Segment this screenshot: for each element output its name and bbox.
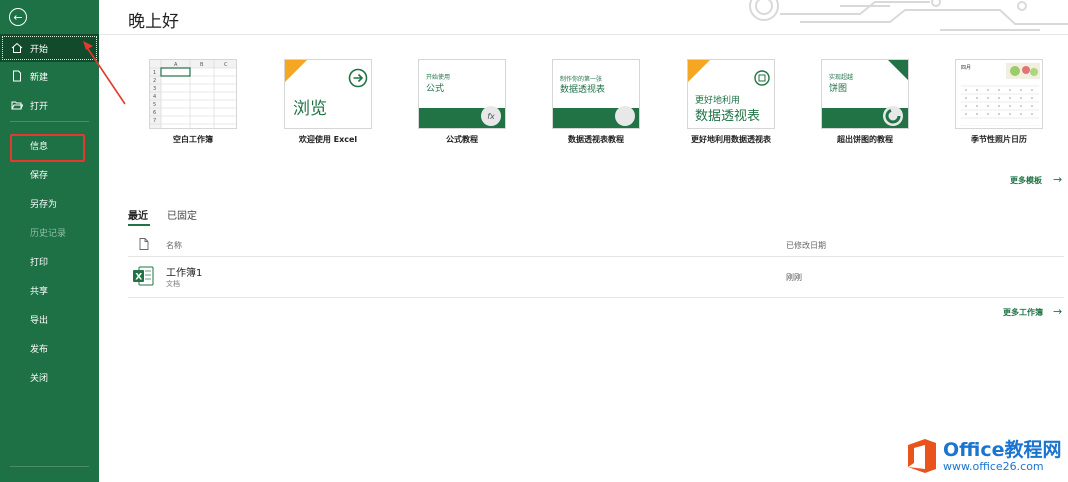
excel-file-icon: X xyxy=(133,266,154,286)
template-label: 超出饼图的教程 xyxy=(837,135,893,144)
calendar-grid-icon xyxy=(961,85,1039,126)
nav-item-share[interactable]: 共享 xyxy=(0,276,99,304)
annotation-arrow xyxy=(83,41,126,105)
template-thumb-big: 数据透视表 xyxy=(695,109,761,124)
template-blank-workbook[interactable]: A B C 1 2 3 4 5 6 7 xyxy=(149,59,237,129)
header-divider xyxy=(99,34,1068,35)
site-watermark: Office教程网 www.office26.com xyxy=(905,435,1068,479)
watermark-url: www.office26.com xyxy=(943,460,1044,473)
new-ribbon-icon xyxy=(688,60,710,82)
template-thumb-small: 四月 xyxy=(961,65,972,71)
svg-text:C: C xyxy=(224,62,228,68)
arrow-right-icon[interactable]: → xyxy=(1053,305,1062,318)
nav-item-close[interactable]: 关闭 xyxy=(0,363,99,391)
template-label: 欢迎使用 Excel xyxy=(298,135,358,144)
nav-item-label: 开始 xyxy=(30,44,49,55)
home-icon xyxy=(11,42,23,53)
svg-text:2: 2 xyxy=(153,78,156,84)
svg-text:X: X xyxy=(135,273,142,283)
nav-item-label: 打开 xyxy=(30,101,49,112)
column-header-name[interactable]: 名称 xyxy=(166,240,182,251)
svg-text:A: A xyxy=(174,62,178,68)
file-modified-date: 刚刚 xyxy=(786,273,802,282)
nav-item-publish[interactable]: 发布 xyxy=(0,334,99,362)
svg-text:7: 7 xyxy=(153,118,156,124)
food-photo-icon xyxy=(1006,63,1040,79)
svg-text:3: 3 xyxy=(153,86,156,92)
template-thumb-big: 公式 xyxy=(426,84,445,94)
corner-ribbon-icon xyxy=(888,60,908,80)
svg-text:1: 1 xyxy=(153,70,156,76)
nav-divider xyxy=(10,121,89,122)
nav-item-export[interactable]: 导出 xyxy=(0,305,99,333)
pivot-circle-icon xyxy=(754,70,770,86)
template-beyond-pie[interactable]: 实现超越 饼图 xyxy=(821,59,909,129)
svg-text:5: 5 xyxy=(153,102,156,108)
new-ribbon-icon xyxy=(285,60,307,82)
nav-item-label: 另存为 xyxy=(30,199,58,210)
fx-icon: fx xyxy=(481,106,501,126)
template-thumb-small: 实现超越 xyxy=(829,74,854,81)
template-label: 公式教程 xyxy=(446,135,478,144)
arrow-right-icon[interactable]: → xyxy=(1053,173,1062,186)
info-highlight-box xyxy=(10,134,85,162)
list-divider xyxy=(128,297,1064,298)
nav-item-label: 保存 xyxy=(30,170,49,181)
watermark-title: Office教程网 xyxy=(943,439,1062,461)
svg-text:4: 4 xyxy=(153,94,156,100)
arrow-circle-icon xyxy=(348,68,368,88)
template-photo-calendar[interactable]: 四月 xyxy=(955,59,1043,129)
back-arrow-icon[interactable]: ← xyxy=(9,8,27,26)
template-pivot-tutorial[interactable]: 制作你的第一张 数据透视表 xyxy=(552,59,640,129)
more-templates-link[interactable]: 更多模板 xyxy=(1010,175,1042,186)
tab-recent[interactable]: 最近 xyxy=(128,207,148,222)
template-label: 更好地利用数据透视表 xyxy=(691,135,771,144)
pivot-table-icon xyxy=(615,106,635,126)
office-logo-icon xyxy=(908,439,936,473)
file-name[interactable]: 工作簿1 xyxy=(166,264,202,279)
circuit-decoration xyxy=(749,0,1068,31)
greeting-title: 晚上好 xyxy=(128,12,179,32)
more-workbooks-link[interactable]: 更多工作簿 xyxy=(1003,307,1043,318)
nav-item-label: 打印 xyxy=(30,257,49,268)
spreadsheet-grid-icon: A B C 1 2 3 4 5 6 7 xyxy=(150,60,236,128)
template-thumb-small: 开始使用 xyxy=(426,74,451,81)
nav-item-label: 历史记录 xyxy=(30,228,67,239)
nav-item-label: 新建 xyxy=(30,72,49,83)
open-folder-icon xyxy=(11,101,23,110)
new-document-icon xyxy=(13,70,21,82)
svg-text:6: 6 xyxy=(153,110,156,116)
template-thumb-big: 数据透视表 xyxy=(560,85,606,95)
nav-item-label: 关闭 xyxy=(30,373,49,384)
template-welcome[interactable]: 浏览 xyxy=(284,59,372,129)
template-thumb-text: 浏览 xyxy=(293,99,327,119)
nav-item-label: 共享 xyxy=(30,286,49,297)
svg-text:B: B xyxy=(200,62,204,68)
nav-item-history: 历史记录 xyxy=(0,218,99,246)
file-type: 文档 xyxy=(166,280,180,288)
template-label: 季节性照片日历 xyxy=(971,135,1027,144)
tab-pinned[interactable]: 已固定 xyxy=(167,207,197,222)
active-tab-underline xyxy=(128,224,150,226)
nav-item-save-as[interactable]: 另存为 xyxy=(0,189,99,217)
template-better-pivot[interactable]: 更好地利用 数据透视表 xyxy=(687,59,775,129)
nav-item-save[interactable]: 保存 xyxy=(0,160,99,188)
nav-item-label: 发布 xyxy=(30,344,49,355)
pie-chart-icon xyxy=(883,106,903,126)
template-label: 数据透视表教程 xyxy=(568,135,624,144)
template-thumb-big: 饼图 xyxy=(829,84,848,94)
template-formula-tutorial[interactable]: 开始使用 公式 fx xyxy=(418,59,506,129)
template-label: 空白工作簿 xyxy=(173,135,213,144)
nav-item-print[interactable]: 打印 xyxy=(0,247,99,275)
list-divider xyxy=(128,256,1064,257)
nav-item-label: 导出 xyxy=(30,315,49,326)
column-header-date[interactable]: 已修改日期 xyxy=(786,240,826,251)
file-icon xyxy=(139,238,149,250)
nav-divider xyxy=(10,466,89,467)
